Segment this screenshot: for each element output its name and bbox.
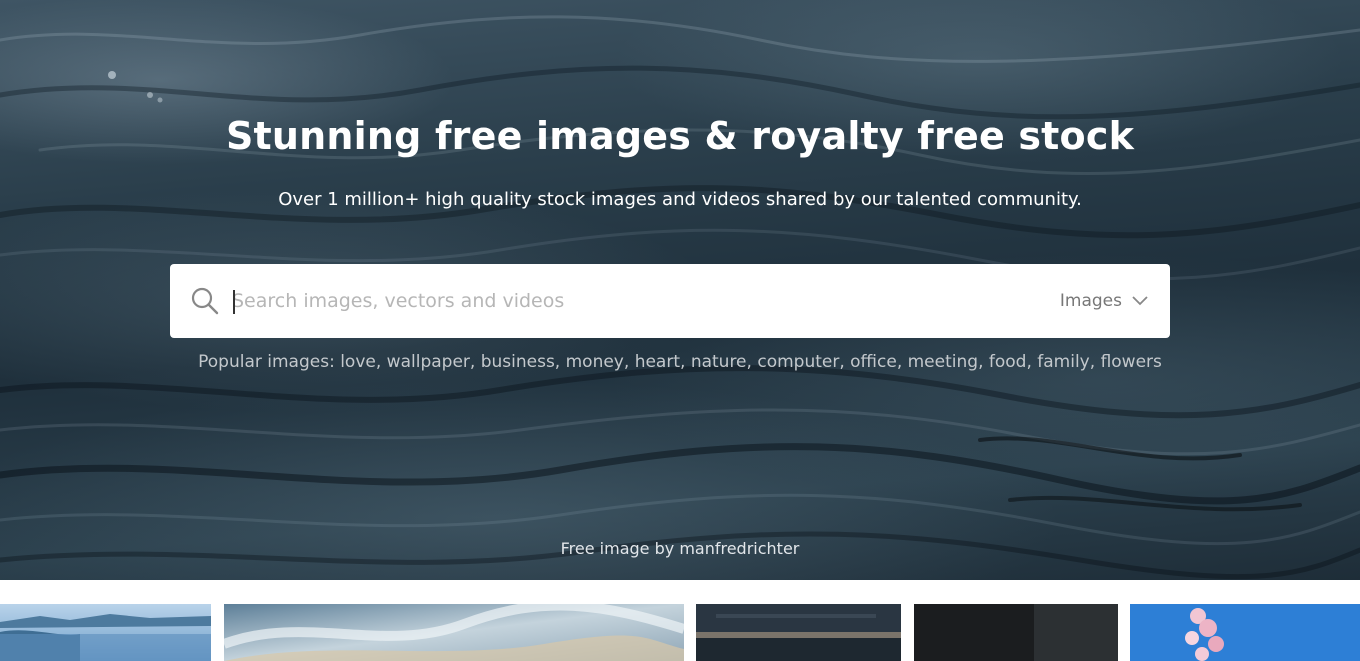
thumbnail-cherry-blossom[interactable]	[1130, 604, 1360, 661]
popular-tag-heart[interactable]: heart	[635, 352, 680, 372]
search-bar: Images	[170, 264, 1170, 338]
image-credit: Free image by manfredrichter	[0, 539, 1360, 558]
text-caret	[233, 290, 235, 314]
thumbnail-coastal-bay[interactable]	[0, 604, 211, 661]
popular-tag-flowers[interactable]: flowers	[1101, 352, 1162, 372]
search-type-dropdown[interactable]: Images	[1060, 286, 1148, 316]
popular-tag-food[interactable]: food	[989, 352, 1027, 372]
popular-tag-wallpaper[interactable]: wallpaper	[387, 352, 470, 372]
hero-section: Stunning free images & royalty free stoc…	[0, 0, 1360, 580]
popular-tag-meeting[interactable]: meeting	[908, 352, 978, 372]
popular-tag-computer[interactable]: computer	[757, 352, 839, 372]
popular-tag-nature[interactable]: nature	[691, 352, 747, 372]
hero-subtitle: Over 1 million+ high quality stock image…	[278, 189, 1082, 210]
popular-tag-family[interactable]: family	[1037, 352, 1089, 372]
popular-tag-office[interactable]: office	[850, 352, 897, 372]
popular-tag-money[interactable]: money	[566, 352, 624, 372]
thumbnail-dark-portrait[interactable]	[914, 604, 1118, 661]
chevron-down-icon	[1132, 296, 1148, 306]
credit-label: Free image by	[560, 539, 675, 558]
search-input[interactable]	[232, 282, 992, 320]
popular-tag-love[interactable]: love	[340, 352, 376, 372]
thumbnail-cloudy-sky[interactable]	[224, 604, 684, 661]
credit-author-link[interactable]: manfredrichter	[679, 539, 799, 558]
hero-title: Stunning free images & royalty free stoc…	[225, 114, 1135, 158]
popular-searches: Popular images: love, wallpaper, busines…	[198, 352, 1162, 372]
search-icon[interactable]	[190, 286, 220, 316]
thumbnail-dark-building[interactable]	[696, 604, 901, 661]
popular-label: Popular images:	[198, 352, 335, 372]
search-type-label: Images	[1059, 291, 1122, 311]
popular-tag-business[interactable]: business	[481, 352, 555, 372]
